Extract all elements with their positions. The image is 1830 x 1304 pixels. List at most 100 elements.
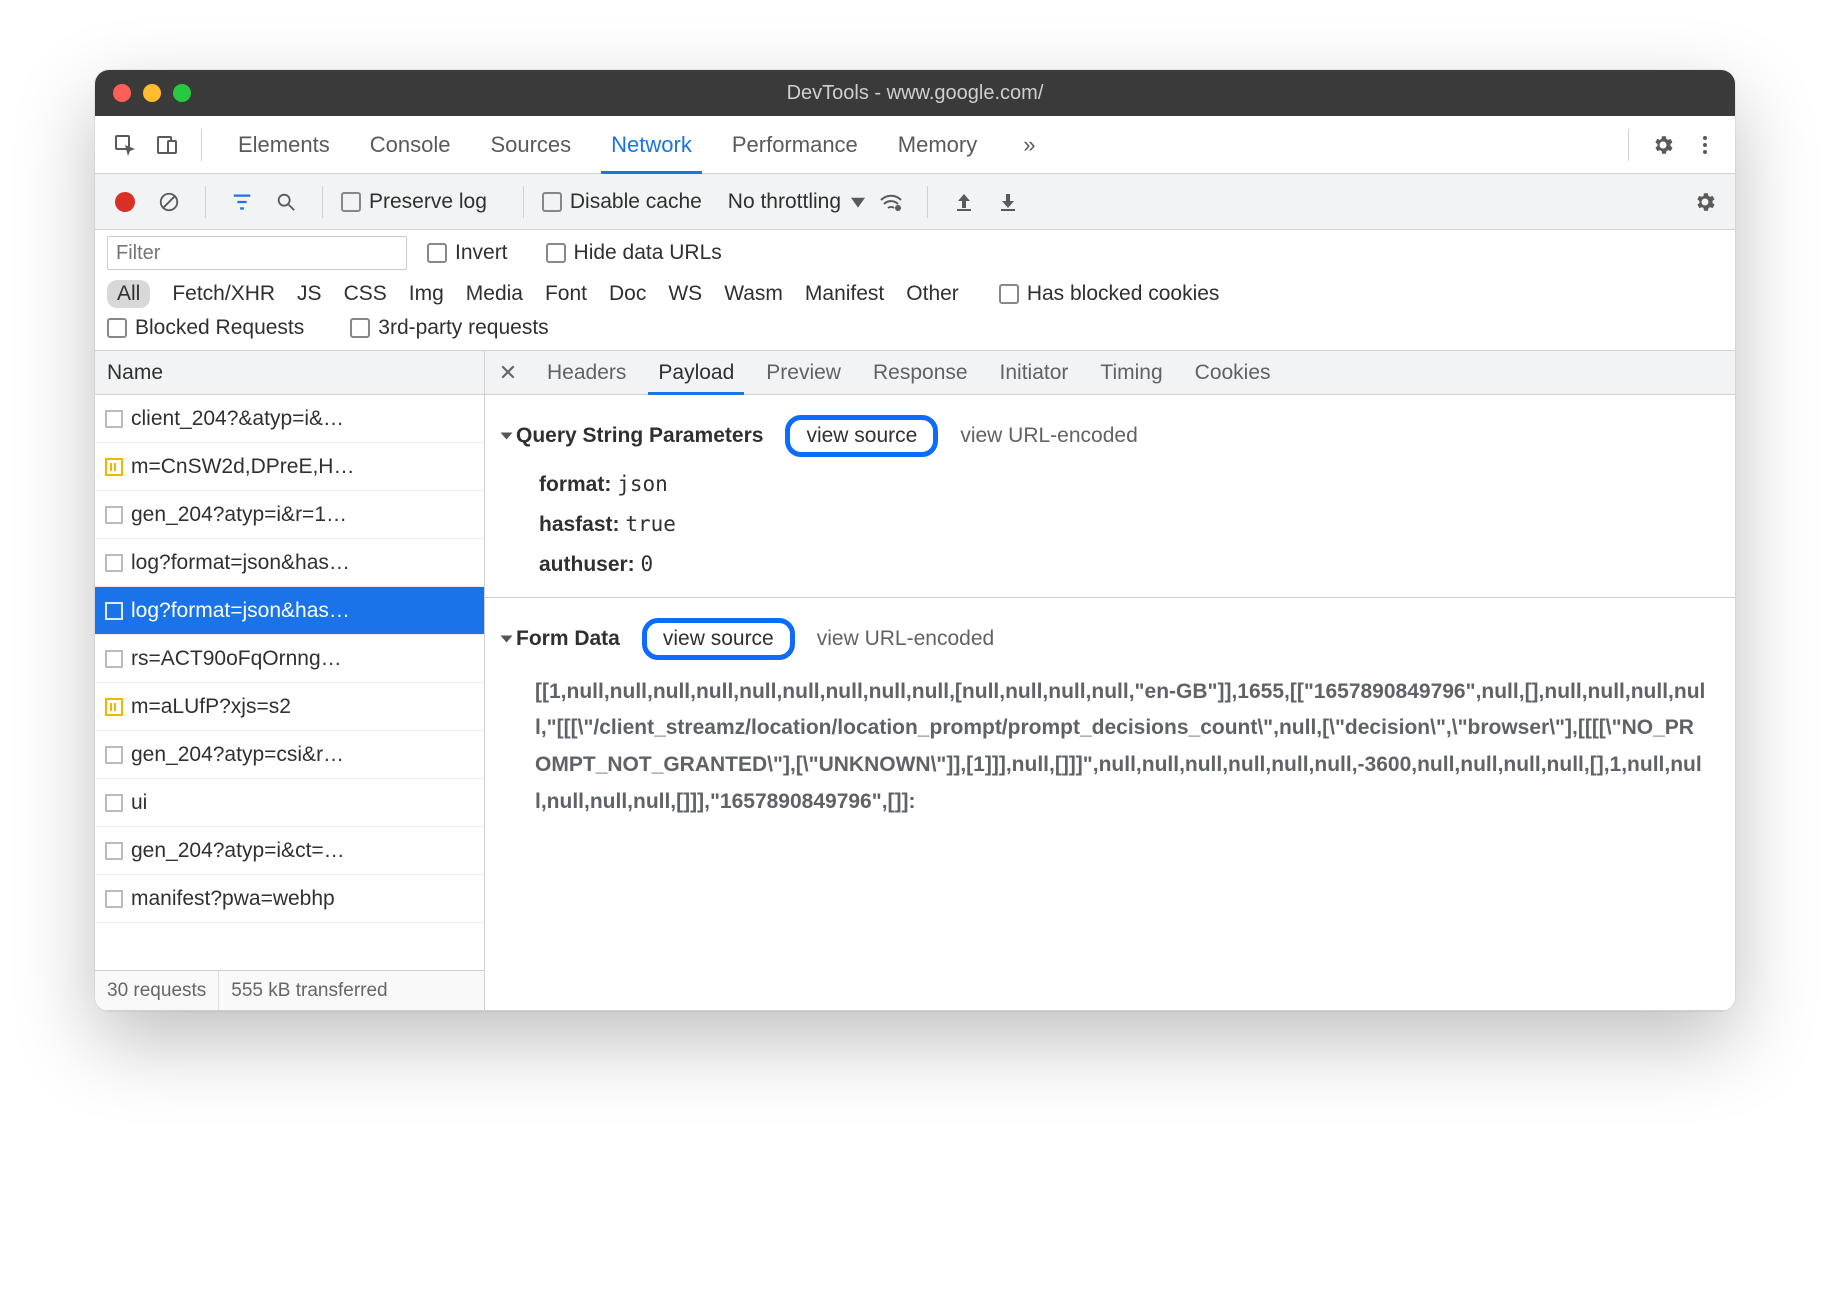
request-name: gen_204?atyp=csi&r… xyxy=(131,743,344,767)
detail-tab-preview[interactable]: Preview xyxy=(750,351,857,394)
tab-sources[interactable]: Sources xyxy=(470,116,591,173)
request-row[interactable]: manifest?pwa=webhp xyxy=(95,875,484,923)
tab-performance[interactable]: Performance xyxy=(712,116,878,173)
separator xyxy=(201,129,202,161)
inspect-element-icon[interactable] xyxy=(107,127,143,163)
preserve-log-checkbox[interactable]: Preserve log xyxy=(341,190,487,214)
request-row[interactable]: gen_204?atyp=i&ct=… xyxy=(95,827,484,875)
resource-type-filters: All Fetch/XHR JS CSS Img Media Font Doc WS Wasm Ma… xyxy=(107,280,1723,308)
request-row[interactable]: ui xyxy=(95,779,484,827)
main-split: Name client_204?&atyp=i&… m=CnSW2d,DPreE,… xyxy=(95,351,1735,1011)
filter-icon[interactable] xyxy=(224,184,260,220)
blocked-requests-checkbox[interactable]: Blocked Requests xyxy=(107,316,304,340)
type-filter-other[interactable]: Other xyxy=(906,282,959,306)
has-blocked-cookies-checkbox[interactable]: Has blocked cookies xyxy=(999,282,1220,306)
query-view-source-button[interactable]: view source xyxy=(785,415,938,457)
type-filter-media[interactable]: Media xyxy=(466,282,523,306)
tab-memory[interactable]: Memory xyxy=(878,116,997,173)
network-conditions-icon[interactable] xyxy=(873,184,909,220)
form-data-section-header[interactable]: Form Data view source view URL-encoded xyxy=(485,610,1735,668)
detail-tab-cookies[interactable]: Cookies xyxy=(1179,351,1287,394)
detail-pane: ✕ HeadersPayloadPreviewResponseInitiator… xyxy=(485,351,1735,1010)
separator xyxy=(927,186,928,218)
request-row[interactable]: log?format=json&has… xyxy=(95,539,484,587)
settings-icon[interactable] xyxy=(1645,127,1681,163)
document-file-icon xyxy=(105,890,123,908)
filter-input[interactable] xyxy=(107,236,407,270)
separator xyxy=(205,186,206,218)
script-file-icon xyxy=(105,458,123,476)
detail-tab-response[interactable]: Response xyxy=(857,351,984,394)
request-row[interactable]: log?format=json&has… xyxy=(95,587,484,635)
search-icon[interactable] xyxy=(268,184,304,220)
payload-panel: Query String Parameters view source view… xyxy=(485,395,1735,1010)
type-filter-wasm[interactable]: Wasm xyxy=(724,282,783,306)
request-name: gen_204?atyp=i&ct=… xyxy=(131,839,345,863)
request-name: client_204?&atyp=i&… xyxy=(131,407,344,431)
param-value: 0 xyxy=(641,552,654,576)
disclosure-triangle-icon xyxy=(501,433,513,440)
request-row[interactable]: gen_204?atyp=csi&r… xyxy=(95,731,484,779)
detail-tab-initiator[interactable]: Initiator xyxy=(984,351,1085,394)
disable-cache-checkbox[interactable]: Disable cache xyxy=(542,190,702,214)
name-column-header[interactable]: Name xyxy=(95,351,484,395)
more-tabs-button[interactable]: » xyxy=(1003,116,1055,173)
document-file-icon xyxy=(105,554,123,572)
kebab-menu-icon[interactable] xyxy=(1687,127,1723,163)
detail-tab-headers[interactable]: Headers xyxy=(531,351,642,394)
type-filter-js[interactable]: JS xyxy=(297,282,322,306)
type-filter-all[interactable]: All xyxy=(107,280,150,308)
type-filter-ws[interactable]: WS xyxy=(668,282,702,306)
form-view-url-encoded-button[interactable]: view URL-encoded xyxy=(817,627,994,651)
query-param-row: hasfast: true xyxy=(539,505,1735,545)
filter-bar: Invert Hide data URLs All Fetch/XHR JS CSS I… xyxy=(95,230,1735,351)
type-filter-css[interactable]: CSS xyxy=(344,282,387,306)
download-har-icon[interactable] xyxy=(990,184,1026,220)
invert-label: Invert xyxy=(455,241,508,265)
request-name: rs=ACT90oFqOrnng… xyxy=(131,647,342,671)
third-party-checkbox[interactable]: 3rd-party requests xyxy=(350,316,548,340)
type-filter-img[interactable]: Img xyxy=(409,282,444,306)
param-value: json xyxy=(617,472,668,496)
request-list-pane: Name client_204?&atyp=i&… m=CnSW2d,DPreE,… xyxy=(95,351,485,1010)
type-filter-doc[interactable]: Doc xyxy=(609,282,646,306)
request-name: m=aLUfP?xjs=s2 xyxy=(131,695,291,719)
section-divider xyxy=(485,597,1735,598)
device-toolbar-icon[interactable] xyxy=(149,127,185,163)
type-filter-manifest[interactable]: Manifest xyxy=(805,282,884,306)
invert-checkbox[interactable]: Invert xyxy=(427,241,508,265)
status-bar: 30 requests 555 kB transferred xyxy=(95,970,484,1010)
titlebar: DevTools - www.google.com/ xyxy=(95,70,1735,116)
hide-data-urls-checkbox[interactable]: Hide data URLs xyxy=(546,241,722,265)
type-filter-fetchxhr[interactable]: Fetch/XHR xyxy=(172,282,275,306)
request-row[interactable]: m=aLUfP?xjs=s2 xyxy=(95,683,484,731)
main-tabs-row: ElementsConsoleSourcesNetworkPerformance… xyxy=(95,116,1735,174)
close-detail-button[interactable]: ✕ xyxy=(493,358,523,388)
upload-har-icon[interactable] xyxy=(946,184,982,220)
tab-network[interactable]: Network xyxy=(591,116,712,173)
request-row[interactable]: m=CnSW2d,DPreE,H… xyxy=(95,443,484,491)
form-view-source-button[interactable]: view source xyxy=(642,618,795,660)
document-file-icon xyxy=(105,602,123,620)
separator xyxy=(523,186,524,218)
blocked-requests-label: Blocked Requests xyxy=(135,316,304,340)
network-settings-icon[interactable] xyxy=(1687,184,1723,220)
request-row[interactable]: gen_204?atyp=i&r=1… xyxy=(95,491,484,539)
preserve-log-label: Preserve log xyxy=(369,190,487,214)
record-button[interactable] xyxy=(107,184,143,220)
param-key: format: xyxy=(539,473,611,496)
detail-tab-timing[interactable]: Timing xyxy=(1084,351,1178,394)
request-row[interactable]: rs=ACT90oFqOrnng… xyxy=(95,635,484,683)
request-row[interactable]: client_204?&atyp=i&… xyxy=(95,395,484,443)
tab-console[interactable]: Console xyxy=(350,116,471,173)
detail-tab-payload[interactable]: Payload xyxy=(642,351,750,394)
query-params-list: format: jsonhasfast: trueauthuser: 0 xyxy=(485,465,1735,585)
request-name: m=CnSW2d,DPreE,H… xyxy=(131,455,354,479)
request-name: manifest?pwa=webhp xyxy=(131,887,335,911)
throttling-select[interactable]: No throttling xyxy=(728,190,865,214)
query-view-url-encoded-button[interactable]: view URL-encoded xyxy=(960,424,1137,448)
type-filter-font[interactable]: Font xyxy=(545,282,587,306)
query-params-section-header[interactable]: Query String Parameters view source view… xyxy=(485,407,1735,465)
tab-elements[interactable]: Elements xyxy=(218,116,350,173)
clear-button[interactable] xyxy=(151,184,187,220)
